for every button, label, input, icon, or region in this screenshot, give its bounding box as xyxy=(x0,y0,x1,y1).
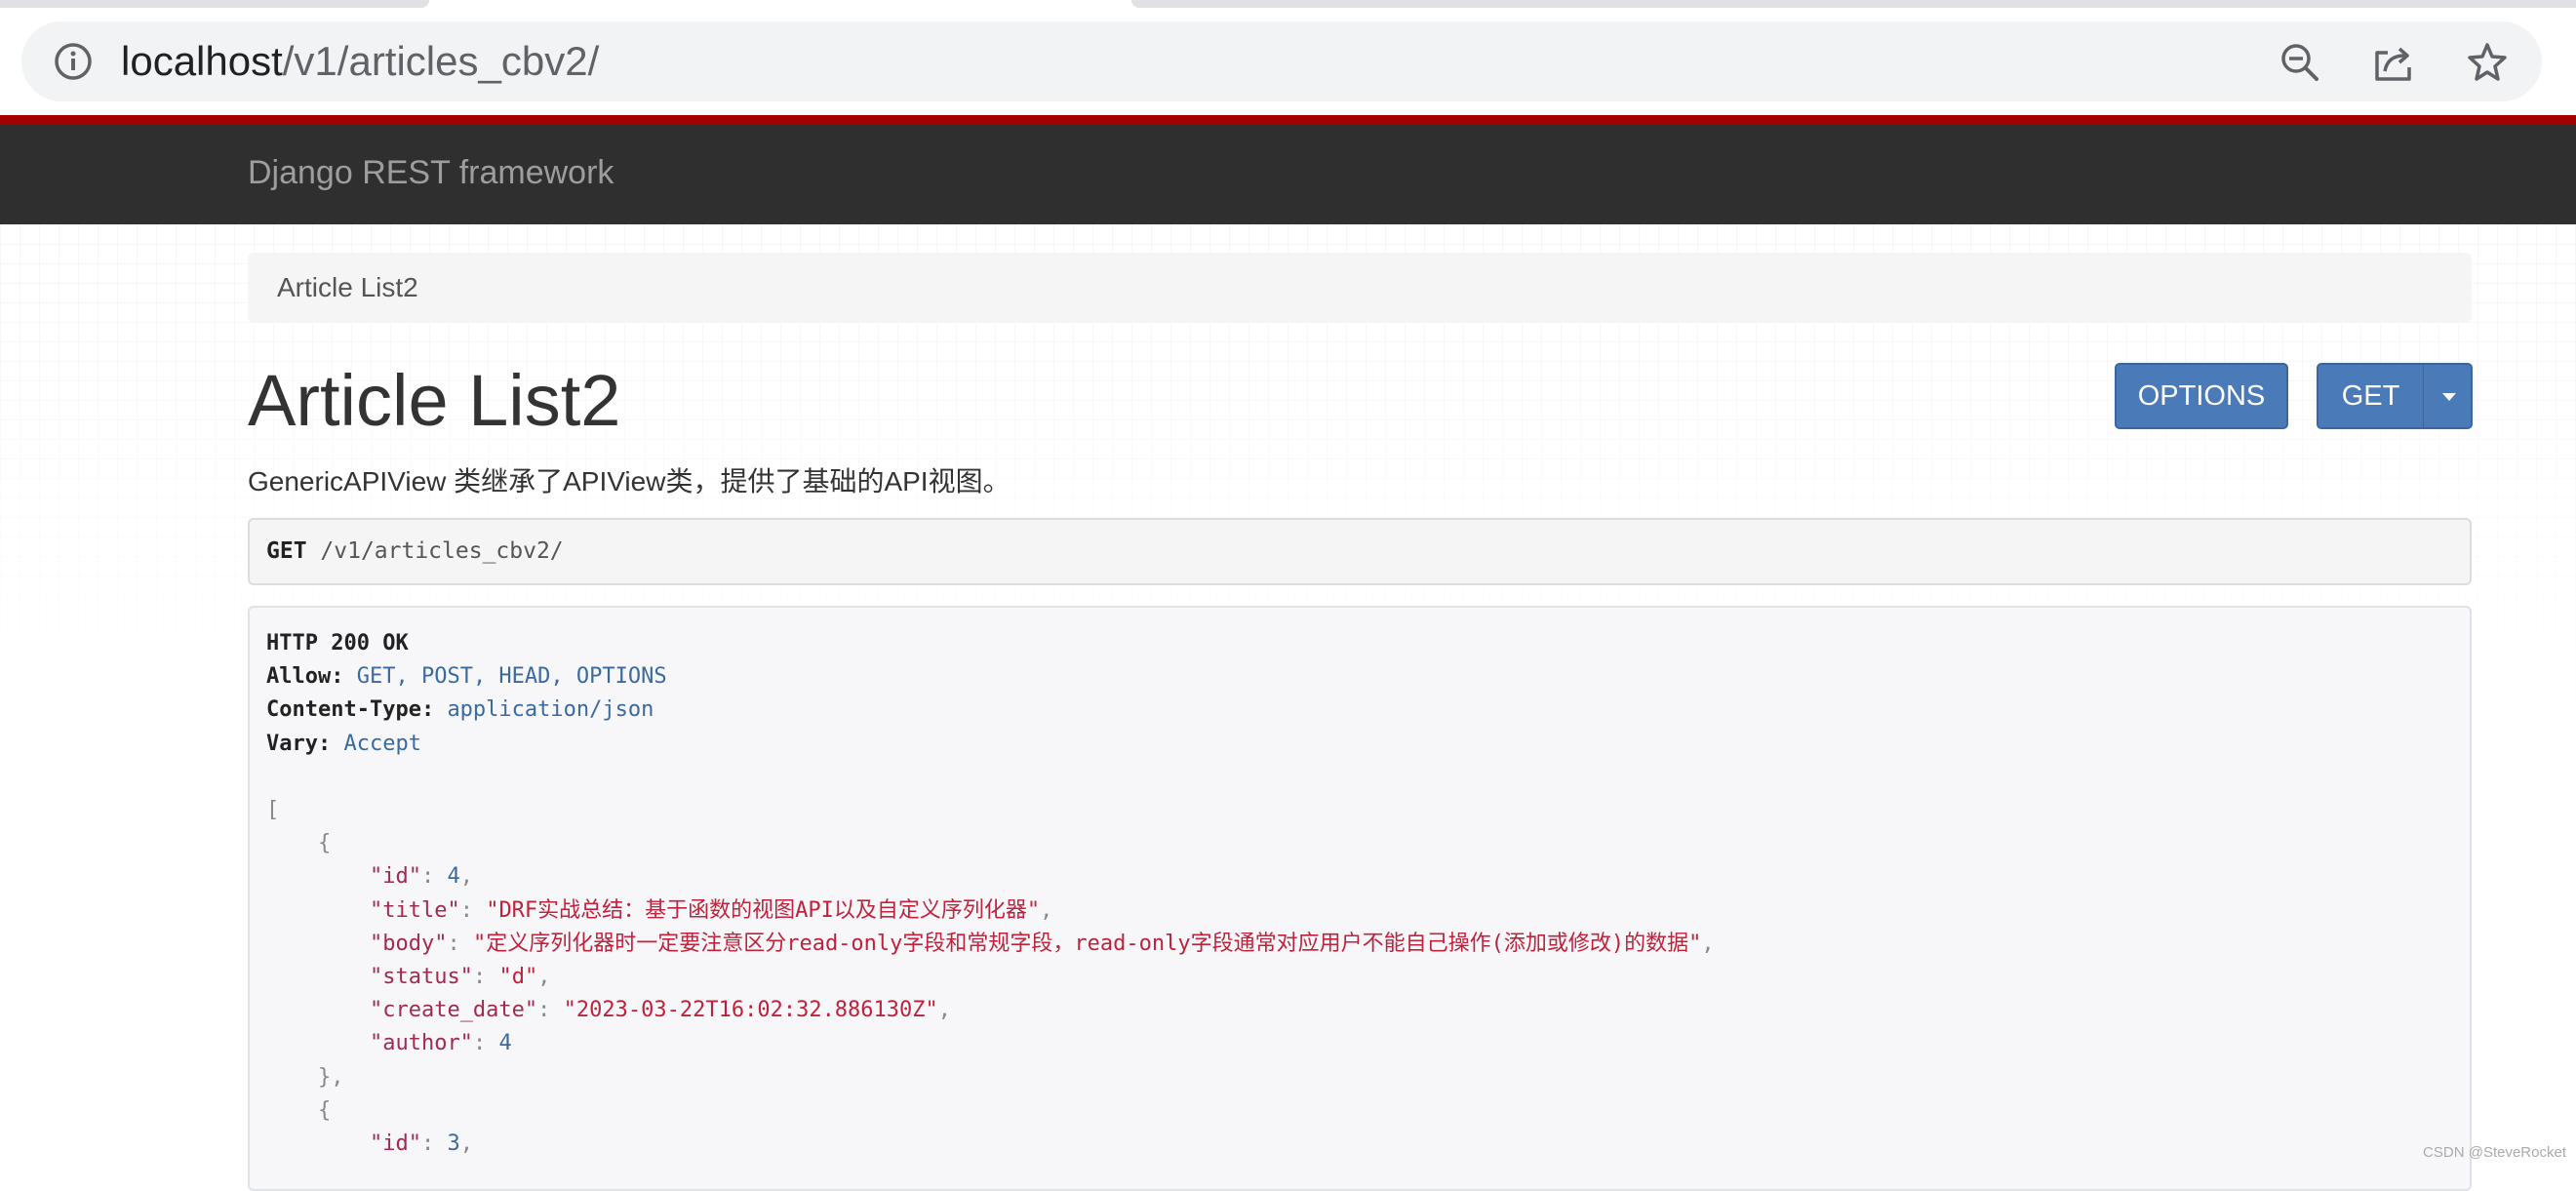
url-host: localhost xyxy=(121,38,283,84)
response-info: HTTP 200 OK Allow: GET, POST, HEAD, OPTI… xyxy=(248,606,2472,1191)
json-create-date-value: 2023-03-22T16:02:32.886130Z xyxy=(575,998,926,1023)
header-value: Accept xyxy=(343,731,421,756)
breadcrumb-item-current[interactable]: Article List2 xyxy=(277,272,418,303)
response-status: HTTP 200 OK xyxy=(266,631,409,655)
request-method: GET xyxy=(266,538,307,564)
address-bar[interactable]: localhost/v1/articles_cbv2/ xyxy=(21,21,2542,101)
zoom-out-icon[interactable] xyxy=(2279,41,2321,84)
navbar: Django REST framework xyxy=(0,125,2576,224)
brand-link[interactable]: Django REST framework xyxy=(248,154,614,192)
page-title: Article List2 xyxy=(248,360,621,441)
header-name: Vary: xyxy=(266,731,332,756)
header-name: Content-Type: xyxy=(266,697,435,723)
header-name: Allow: xyxy=(266,664,344,690)
browser-tab[interactable] xyxy=(1131,0,2576,8)
bookmark-star-icon[interactable] xyxy=(2466,41,2509,84)
json-body-value: 定义序列化器时一定要注意区分read-only字段和常规字段，read-only… xyxy=(486,931,1689,956)
request-line: GET /v1/articles_cbv2/ xyxy=(266,538,564,564)
response-content: HTTP 200 OK Allow: GET, POST, HEAD, OPTI… xyxy=(266,631,1715,1157)
request-info: GET /v1/articles_cbv2/ xyxy=(248,518,2472,585)
browser-toolbar: localhost/v1/articles_cbv2/ xyxy=(0,12,2576,115)
request-path: /v1/articles_cbv2/ xyxy=(320,538,564,564)
json-id-value: 3 xyxy=(447,1131,460,1157)
breadcrumb: Article List2 xyxy=(248,253,2472,323)
json-id-value: 4 xyxy=(447,864,460,890)
url-text[interactable]: localhost/v1/articles_cbv2/ xyxy=(121,35,599,88)
url-path: /v1/articles_cbv2/ xyxy=(282,38,600,84)
view-description: GenericAPIView 类继承了APIView类，提供了基础的API视图。 xyxy=(248,466,1011,496)
get-button[interactable]: GET xyxy=(2317,363,2425,429)
caret-down-icon xyxy=(2442,393,2456,401)
json-title-value: DRF实战总结：基于函数的视图API以及自定义序列化器 xyxy=(498,897,1027,923)
share-icon[interactable] xyxy=(2372,41,2415,84)
browser-tab[interactable] xyxy=(0,0,429,8)
navbar-accent-line xyxy=(0,115,2576,125)
watermark: CSDN @SteveRocket xyxy=(2423,1144,2566,1161)
json-author-value: 4 xyxy=(498,1031,512,1056)
tab-strip xyxy=(0,0,2576,12)
info-icon[interactable] xyxy=(53,41,94,82)
header-value: GET, POST, HEAD, OPTIONS xyxy=(356,664,667,690)
options-button[interactable]: OPTIONS xyxy=(2115,363,2288,429)
json-status-value: d xyxy=(511,965,525,990)
get-format-dropdown-button[interactable] xyxy=(2423,363,2473,429)
header-value: application/json xyxy=(447,697,654,723)
